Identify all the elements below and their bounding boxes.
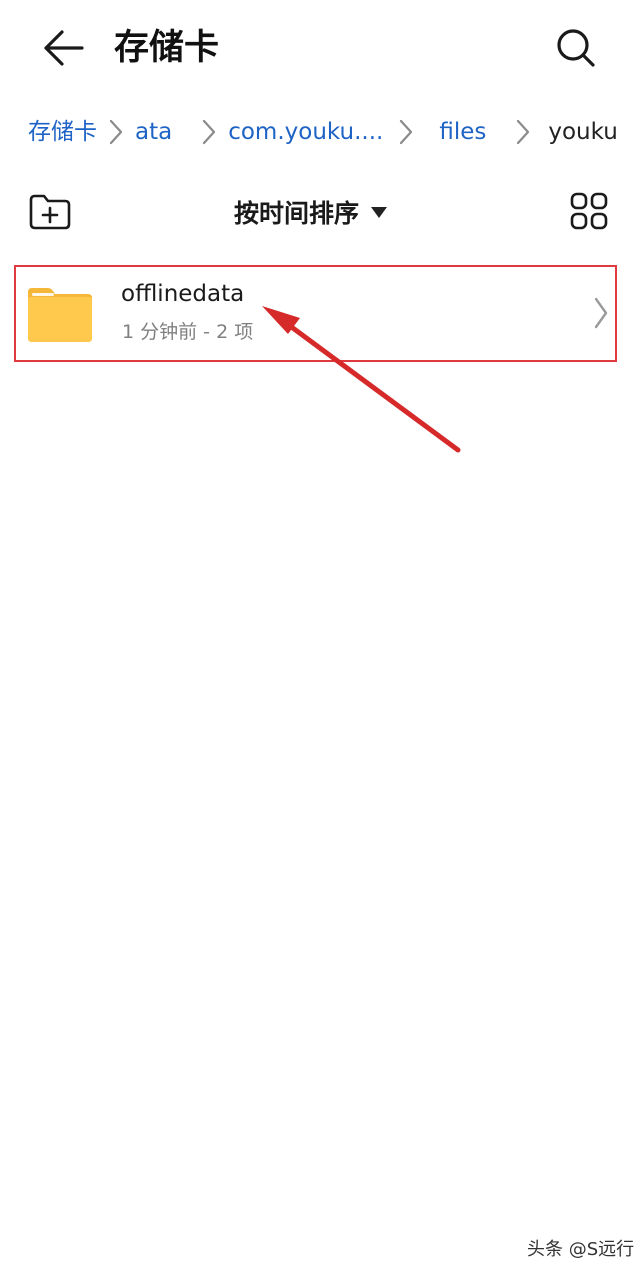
back-button[interactable] [36, 26, 90, 70]
caret-down-icon [371, 206, 388, 218]
page-title: 存储卡 [114, 28, 220, 68]
sort-label: 按时间排序 [234, 199, 360, 228]
arrow-left-icon [44, 30, 84, 66]
breadcrumb-item-storage-card[interactable]: 存储卡 [28, 110, 97, 154]
chevron-right-icon [590, 293, 612, 333]
search-icon [557, 29, 595, 67]
breadcrumb-item-files[interactable]: files [439, 110, 486, 154]
file-meta: 1 分钟前 - 2 项 [122, 321, 254, 343]
sort-dropdown[interactable]: 按时间排序 [234, 190, 388, 234]
grid-view-button[interactable] [568, 190, 612, 234]
new-folder-button[interactable] [26, 190, 74, 234]
chevron-right-icon [105, 110, 127, 154]
grid-view-icon [570, 192, 608, 230]
file-name: offlinedata [121, 281, 245, 307]
chevron-right-icon [198, 110, 220, 154]
list-item[interactable] [14, 265, 617, 362]
folder-icon [26, 284, 94, 346]
breadcrumb-item-com-youku[interactable]: com.youku.... [228, 110, 383, 154]
watermark: 头条 @S远行 [527, 1239, 635, 1260]
new-folder-icon [29, 194, 71, 230]
breadcrumb: 存储卡 ata com.youku.... files youku [28, 110, 618, 154]
chevron-right-icon [512, 110, 534, 154]
breadcrumb-item-ata[interactable]: ata [135, 110, 172, 154]
breadcrumb-item-youku: youku [548, 119, 618, 145]
chevron-right-icon [395, 110, 417, 154]
search-button[interactable] [552, 24, 600, 72]
